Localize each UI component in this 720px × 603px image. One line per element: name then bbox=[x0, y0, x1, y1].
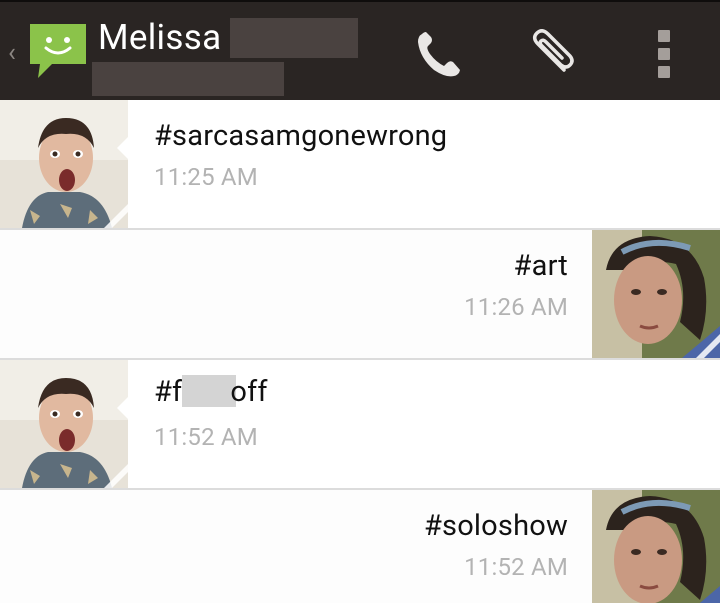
redacted-phone-number bbox=[92, 62, 284, 96]
message-timestamp: 11:52 AM bbox=[154, 423, 258, 451]
message-row[interactable]: #soloshow 11:52 AM bbox=[0, 490, 720, 603]
phone-icon bbox=[418, 32, 460, 77]
overflow-menu-button[interactable] bbox=[650, 26, 678, 82]
message-text-prefix: #f bbox=[154, 375, 183, 409]
self-avatar[interactable] bbox=[592, 490, 720, 603]
overflow-dot bbox=[658, 48, 670, 60]
contact-avatar[interactable] bbox=[0, 100, 128, 228]
message-text-suffix: off bbox=[230, 375, 268, 409]
overflow-dot bbox=[658, 30, 670, 42]
attach-button[interactable] bbox=[520, 24, 580, 84]
messaging-app-icon[interactable] bbox=[26, 18, 90, 82]
message-timestamp: 11:25 AM bbox=[154, 163, 258, 191]
message-text: #f off bbox=[154, 374, 268, 410]
message-timestamp: 11:26 AM bbox=[464, 293, 568, 321]
action-bar: ‹ Melissa bbox=[0, 0, 720, 100]
contact-avatar[interactable] bbox=[0, 360, 128, 488]
call-button[interactable] bbox=[408, 24, 468, 84]
overflow-dot bbox=[658, 66, 670, 78]
redacted-surname bbox=[230, 18, 358, 58]
message-timestamp: 11:52 AM bbox=[464, 553, 568, 581]
self-avatar[interactable] bbox=[592, 230, 720, 358]
bubble-tail bbox=[117, 136, 129, 160]
up-navigation-icon[interactable]: ‹ bbox=[8, 38, 16, 68]
message-row[interactable]: #f off 11:52 AM bbox=[0, 360, 720, 488]
message-row[interactable]: #sarcasamgonewrong 11:25 AM bbox=[0, 100, 720, 228]
message-text: #soloshow bbox=[423, 509, 568, 543]
message-row[interactable]: #art 11:26 AM bbox=[0, 230, 720, 358]
bubble-tail bbox=[117, 396, 129, 420]
message-text: #sarcasamgonewrong bbox=[154, 119, 448, 153]
redaction-box bbox=[182, 375, 237, 407]
paperclip-icon bbox=[533, 29, 574, 72]
contact-name: Melissa bbox=[98, 17, 222, 58]
conversation-list[interactable]: #sarcasamgonewrong 11:25 AM #art 11:26 A… bbox=[0, 100, 720, 603]
message-text: #art bbox=[513, 249, 568, 283]
